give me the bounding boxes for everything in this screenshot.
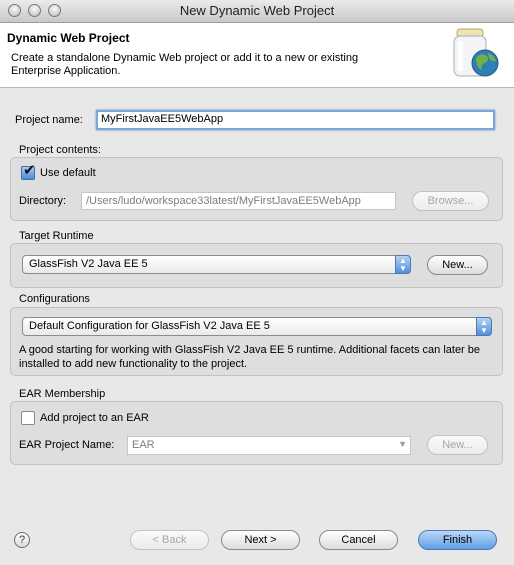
ear-membership-group [10, 401, 503, 465]
project-contents-label: Project contents: [19, 144, 101, 156]
directory-input[interactable]: /Users/ludo/workspace33latest/MyFirstJav… [81, 192, 396, 210]
checkmark-icon: ✔ [23, 162, 36, 179]
add-to-ear-label: Add project to an EAR [40, 412, 149, 424]
target-runtime-select[interactable]: GlassFish V2 Java EE 5 ▲ ▼ [22, 255, 411, 274]
configurations-label: Configurations [19, 293, 90, 305]
next-button[interactable]: Next > [221, 530, 300, 550]
add-to-ear-checkbox[interactable] [21, 411, 35, 425]
project-name-label: Project name: [15, 114, 83, 126]
dropdown-arrow-icon: ▼ [398, 439, 407, 449]
configuration-selected: Default Configuration for GlassFish V2 J… [29, 320, 270, 332]
globe-jar-icon [453, 28, 499, 77]
banner-description: Create a standalone Dynamic Web project … [11, 52, 359, 77]
project-name-input[interactable]: MyFirstJavaEE5WebApp [96, 110, 495, 130]
target-runtime-selected: GlassFish V2 Java EE 5 [29, 258, 148, 270]
use-default-label: Use default [40, 167, 96, 179]
dropdown-arrow-icon: ▲ ▼ [395, 255, 411, 274]
ear-membership-label: EAR Membership [19, 388, 106, 400]
target-runtime-label: Target Runtime [19, 230, 94, 242]
window-title: New Dynamic Web Project [179, 3, 335, 18]
wizard-banner: Dynamic Web Project Create a standalone … [0, 23, 514, 88]
title-bar: New Dynamic Web Project [0, 0, 514, 23]
directory-label: Directory: [19, 195, 67, 207]
browse-button[interactable]: Browse... [412, 191, 489, 211]
ear-project-name-select[interactable]: EAR ▼ [127, 436, 411, 455]
ear-project-name-label: EAR Project Name: [19, 439, 115, 451]
back-button[interactable]: < Back [130, 530, 209, 550]
new-ear-button[interactable]: New... [427, 435, 488, 455]
finish-button[interactable]: Finish [418, 530, 497, 550]
use-default-checkbox[interactable]: ✔ [21, 162, 36, 180]
ear-project-name-value: EAR [132, 439, 155, 451]
cancel-button[interactable]: Cancel [319, 530, 398, 550]
configuration-description: A good starting for working with GlassFi… [19, 344, 481, 370]
new-runtime-button[interactable]: New... [427, 255, 488, 275]
banner-title: Dynamic Web Project [7, 31, 130, 45]
configuration-select[interactable]: Default Configuration for GlassFish V2 J… [22, 317, 492, 336]
dropdown-arrow-icon: ▲ ▼ [476, 317, 492, 336]
help-icon[interactable]: ? [14, 532, 30, 548]
